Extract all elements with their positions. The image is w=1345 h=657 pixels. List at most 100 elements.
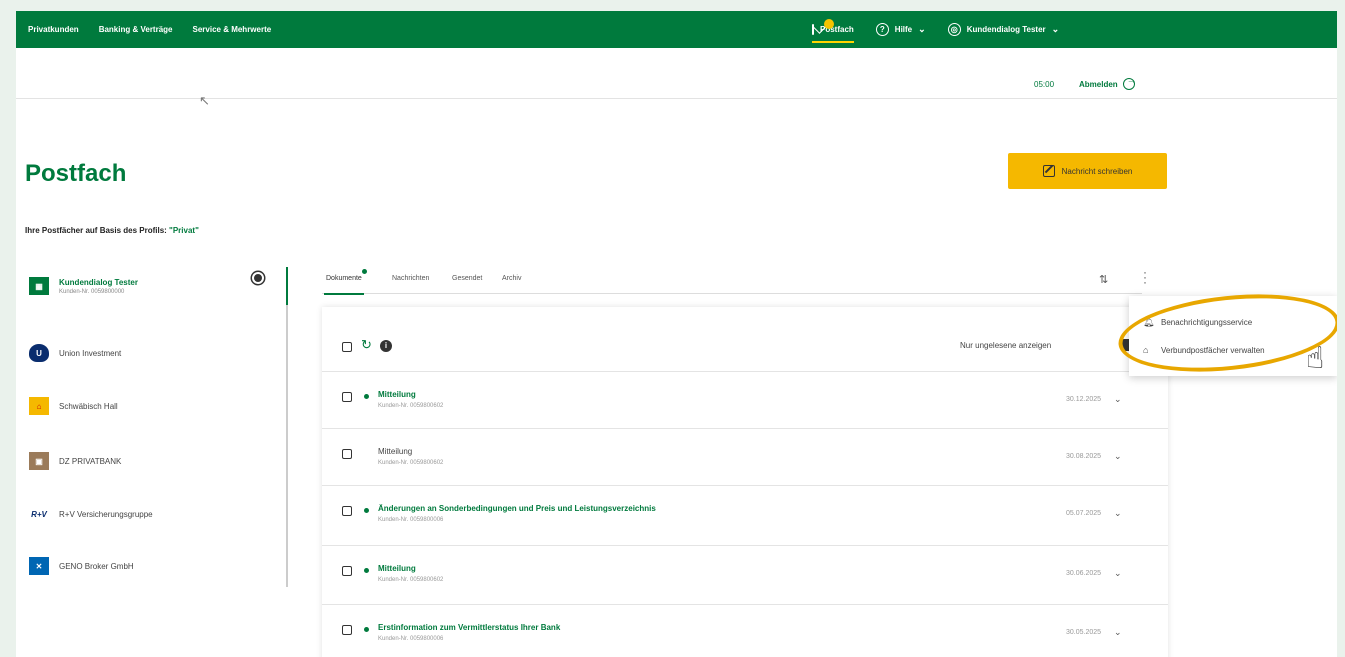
sidebar-item-rv-versicherung[interactable]: R+V R+V Versicherungsgruppe: [24, 504, 286, 524]
union-investment-logo-icon: U: [29, 344, 49, 362]
list-toolbar: ↻ i Nur ungelesene anzeigen: [322, 307, 1168, 371]
refresh-icon[interactable]: ↻: [361, 337, 372, 353]
app-frame: Privatkunden Banking & Verträge Service …: [16, 11, 1337, 657]
page-title: Postfach: [25, 160, 127, 187]
tab-label: Dokumente: [326, 275, 362, 282]
top-navigation-bar: Privatkunden Banking & Verträge Service …: [16, 11, 1337, 48]
tab-dokumente[interactable]: Dokumente: [324, 269, 367, 295]
compose-message-button[interactable]: Nachricht schreiben: [1008, 153, 1167, 189]
help-icon: ?: [875, 23, 889, 36]
chevron-down-icon: ⌄: [918, 24, 926, 34]
schwaebisch-hall-logo-icon: ⌂: [29, 397, 49, 415]
unread-dot: [364, 627, 369, 632]
sidebar-item-geno-broker[interactable]: ✕ GENO Broker GmbH: [24, 556, 286, 576]
filter-icon[interactable]: ⇅: [1099, 273, 1108, 286]
message-list: ↻ i Nur ungelesene anzeigen Mitteilung K…: [322, 307, 1168, 657]
sidebar-item-label: GENO Broker GmbH: [59, 561, 134, 571]
chevron-down-icon[interactable]: ⌄: [1114, 394, 1122, 405]
dz-privatbank-logo-icon: ▣: [29, 452, 49, 470]
nav-service-mehrwerte[interactable]: Service & Mehrwerte: [193, 25, 272, 34]
message-row[interactable]: Erstinformation zum Vermittlerstatus Ihr…: [322, 604, 1168, 657]
profile-value: "Privat": [169, 226, 199, 235]
message-subject: Änderungen an Sonderbedingungen und Prei…: [378, 504, 656, 513]
row-checkbox[interactable]: [342, 625, 352, 635]
sidebar-item-label: Kundendialog Tester: [59, 277, 138, 287]
chevron-down-icon[interactable]: ⌄: [1114, 627, 1122, 638]
message-subject: Erstinformation zum Vermittlerstatus Ihr…: [378, 623, 561, 632]
chevron-down-icon: ⌄: [1051, 24, 1060, 34]
logout-button[interactable]: Abmelden: [1079, 75, 1137, 90]
rv-logo-icon: R+V: [29, 505, 49, 523]
mailbox-tabs: Dokumente Nachrichten Gesendet Archiv: [322, 269, 1142, 295]
notification-dot: [824, 19, 834, 29]
sidebar-item-kundendialog[interactable]: ▦ Kundendialog Tester Kunden-Nr. 0059800…: [24, 267, 288, 305]
row-checkbox[interactable]: [342, 506, 352, 516]
logout-label: Abmelden: [1079, 79, 1118, 89]
more-options-menu: 🔔︎ Benachrichtigungsservice ⌂ Verbundpos…: [1129, 296, 1337, 376]
envelope-icon: [812, 19, 834, 35]
unread-indicator-dot: [362, 269, 367, 274]
mouse-pointer-icon: ↖: [199, 93, 210, 108]
message-customer-number: Kunden-Nr. 0059800602: [378, 577, 444, 583]
message-row[interactable]: Änderungen an Sonderbedingungen und Prei…: [322, 485, 1168, 543]
session-bar: 05:00 Abmelden: [16, 48, 1337, 99]
sidebar-item-dz-privatbank[interactable]: ▣ DZ PRIVATBANK: [24, 451, 286, 471]
row-checkbox[interactable]: [342, 449, 352, 459]
help-nav-button[interactable]: ? Hilfe ⌄: [875, 11, 926, 48]
message-customer-number: Kunden-Nr. 0059800006: [378, 517, 444, 523]
message-date: 30.08.2025: [1066, 453, 1102, 460]
message-subject: Mitteilung: [378, 390, 416, 399]
user-menu-label: Kundendialog Tester: [966, 25, 1046, 34]
message-customer-number: Kunden-Nr. 0059800602: [378, 460, 444, 466]
select-all-checkbox[interactable]: [342, 342, 352, 352]
unread-only-label: Nur ungelesene anzeigen: [960, 341, 1052, 350]
bell-icon: 🔔︎: [1143, 316, 1155, 327]
sidebar-item-label: R+V Versicherungsgruppe: [59, 509, 153, 519]
tab-archiv[interactable]: Archiv: [502, 275, 521, 282]
settings-icon[interactable]: [252, 272, 264, 284]
logout-icon: [1122, 75, 1137, 90]
chevron-down-icon[interactable]: ⌄: [1114, 508, 1122, 519]
user-menu-button[interactable]: ◎ Kundendialog Tester ⌄: [947, 11, 1060, 48]
unread-dot: [364, 568, 369, 573]
row-checkbox[interactable]: [342, 392, 352, 402]
main-nav: Privatkunden Banking & Verträge Service …: [28, 11, 271, 48]
message-date: 30.05.2025: [1066, 629, 1102, 636]
message-date: 30.06.2025: [1066, 570, 1102, 577]
message-row[interactable]: Mitteilung Kunden-Nr. 0059800602 30.08.2…: [322, 428, 1168, 486]
message-row[interactable]: Mitteilung Kunden-Nr. 0059800602 30.12.2…: [322, 371, 1168, 429]
unread-dot: [364, 508, 369, 513]
message-subject: Mitteilung: [378, 564, 416, 573]
mailbox-icon: ⌂: [1143, 345, 1149, 355]
chevron-down-icon[interactable]: ⌄: [1114, 568, 1122, 579]
geno-broker-logo-icon: ✕: [29, 557, 49, 575]
help-nav-label: Hilfe: [894, 25, 913, 34]
menu-item-benachrichtigungsservice[interactable]: 🔔︎ Benachrichtigungsservice: [1129, 308, 1337, 336]
sidebar-item-schwaebisch-hall[interactable]: ⌂ Schwäbisch Hall: [24, 396, 286, 416]
menu-item-verbundpostfaecher[interactable]: ⌂ Verbundpostfächer verwalten: [1129, 336, 1337, 364]
tab-nachrichten[interactable]: Nachrichten: [392, 275, 429, 282]
nav-banking-vertraege[interactable]: Banking & Verträge: [99, 25, 173, 34]
message-subject: Mitteilung: [378, 447, 413, 456]
compose-label: Nachricht schreiben: [1061, 166, 1133, 176]
bank-logo-icon: ▦: [29, 277, 49, 295]
chevron-down-icon[interactable]: ⌄: [1114, 451, 1122, 462]
more-options-icon[interactable]: · · ·: [1143, 266, 1147, 288]
sidebar-item-label: Schwäbisch Hall: [59, 401, 118, 411]
tab-gesendet[interactable]: Gesendet: [452, 275, 482, 282]
row-checkbox[interactable]: [342, 566, 352, 576]
message-date: 30.12.2025: [1066, 396, 1102, 403]
postfach-nav-button[interactable]: Postfach: [812, 11, 854, 48]
sidebar-item-label: DZ PRIVATBANK: [59, 456, 122, 466]
menu-item-label: Verbundpostfächer verwalten: [1161, 345, 1265, 355]
globe-icon: ◎: [947, 23, 961, 36]
message-date: 05.07.2025: [1066, 510, 1102, 517]
unread-dot: [364, 394, 369, 399]
nav-privatkunden[interactable]: Privatkunden: [28, 25, 79, 34]
sidebar-item-union-investment[interactable]: U Union Investment: [24, 343, 286, 363]
mailbox-sidebar: ▦ Kundendialog Tester Kunden-Nr. 0059800…: [24, 267, 288, 587]
edit-icon: [1042, 165, 1055, 177]
info-icon[interactable]: i: [380, 340, 392, 352]
message-row[interactable]: Mitteilung Kunden-Nr. 0059800602 30.06.2…: [322, 545, 1168, 603]
sidebar-item-customer-number: Kunden-Nr. 0059800000: [59, 288, 125, 295]
